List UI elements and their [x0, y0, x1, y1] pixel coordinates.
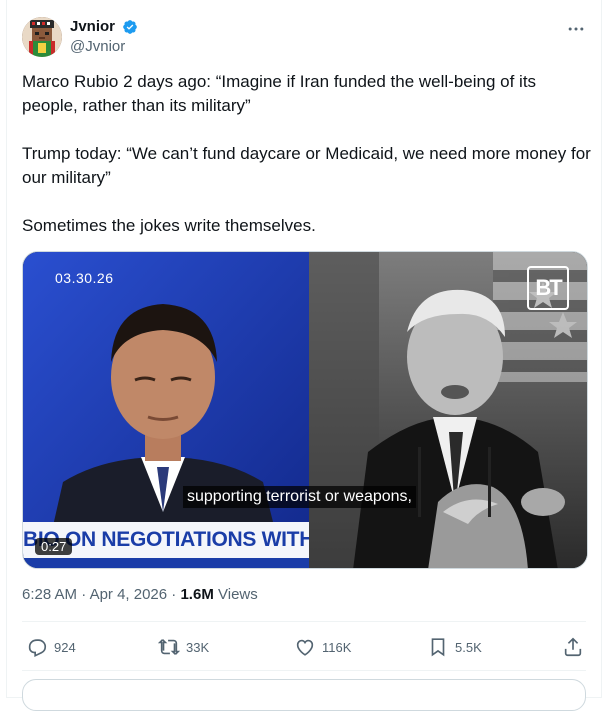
divider: [22, 670, 586, 671]
heart-icon: [296, 639, 314, 656]
repost-count: 33K: [186, 639, 210, 655]
video-logo: BT: [527, 266, 569, 310]
author-name-row[interactable]: Jvnior: [70, 18, 138, 36]
video-frame: [23, 252, 587, 568]
tweet-paragraph: Trump today: “We can’t fund daycare or M…: [22, 144, 591, 187]
bookmark-count: 5.5K: [455, 639, 482, 655]
like-button[interactable]: 116K: [294, 634, 351, 660]
tweet-date[interactable]: Apr 4, 2026: [90, 586, 168, 603]
bookmark-button[interactable]: 5.5K: [427, 634, 482, 660]
tweet-paragraph: Sometimes the jokes write themselves.: [22, 216, 316, 235]
reply-button[interactable]: 924: [26, 634, 76, 660]
tweet-timestamp-row: 6:28 AM · Apr 4, 2026 · 1.6M Views: [22, 586, 258, 603]
like-count: 116K: [322, 639, 352, 655]
share-button[interactable]: [562, 634, 584, 660]
repost-icon: [158, 639, 180, 655]
tweet-time[interactable]: 6:28 AM: [22, 586, 77, 603]
reply-input-box[interactable]: [22, 679, 586, 711]
display-name[interactable]: Jvnior: [70, 18, 115, 35]
tweet-paragraph: Marco Rubio 2 days ago: “Imagine if Iran…: [22, 72, 537, 115]
video-logo-text: BT: [535, 275, 562, 300]
avatar[interactable]: [22, 17, 62, 57]
tweet-actions: 924 33K 116K 5.5K: [22, 634, 586, 660]
author-handle[interactable]: @Jvnior: [70, 38, 125, 55]
avatar-image: [22, 17, 62, 57]
separator: ·: [171, 586, 177, 603]
share-icon: [564, 637, 582, 657]
separator: ·: [81, 586, 87, 603]
views-count: 1.6M: [180, 586, 214, 603]
video-caption: supporting terrorist or weapons,: [183, 486, 416, 508]
video-player[interactable]: 03.30.26 BT supporting terrorist or weap…: [22, 251, 588, 569]
video-duration: 0:27: [35, 538, 73, 555]
repost-button[interactable]: 33K: [158, 634, 209, 660]
reply-count: 924: [54, 639, 76, 655]
verified-badge-icon: [122, 19, 138, 35]
video-caption-text: supporting terrorist or weapons,: [187, 488, 412, 505]
video-date-overlay: 03.30.26: [55, 270, 114, 286]
divider: [22, 621, 586, 622]
reply-icon: [28, 639, 47, 658]
tweet-text: Marco Rubio 2 days ago: “Imagine if Iran…: [22, 70, 592, 262]
more-icon[interactable]: [566, 19, 586, 39]
views-label: Views: [218, 586, 258, 603]
bookmark-icon: [431, 638, 445, 657]
tweet-header: Jvnior @Jvnior: [22, 17, 586, 57]
